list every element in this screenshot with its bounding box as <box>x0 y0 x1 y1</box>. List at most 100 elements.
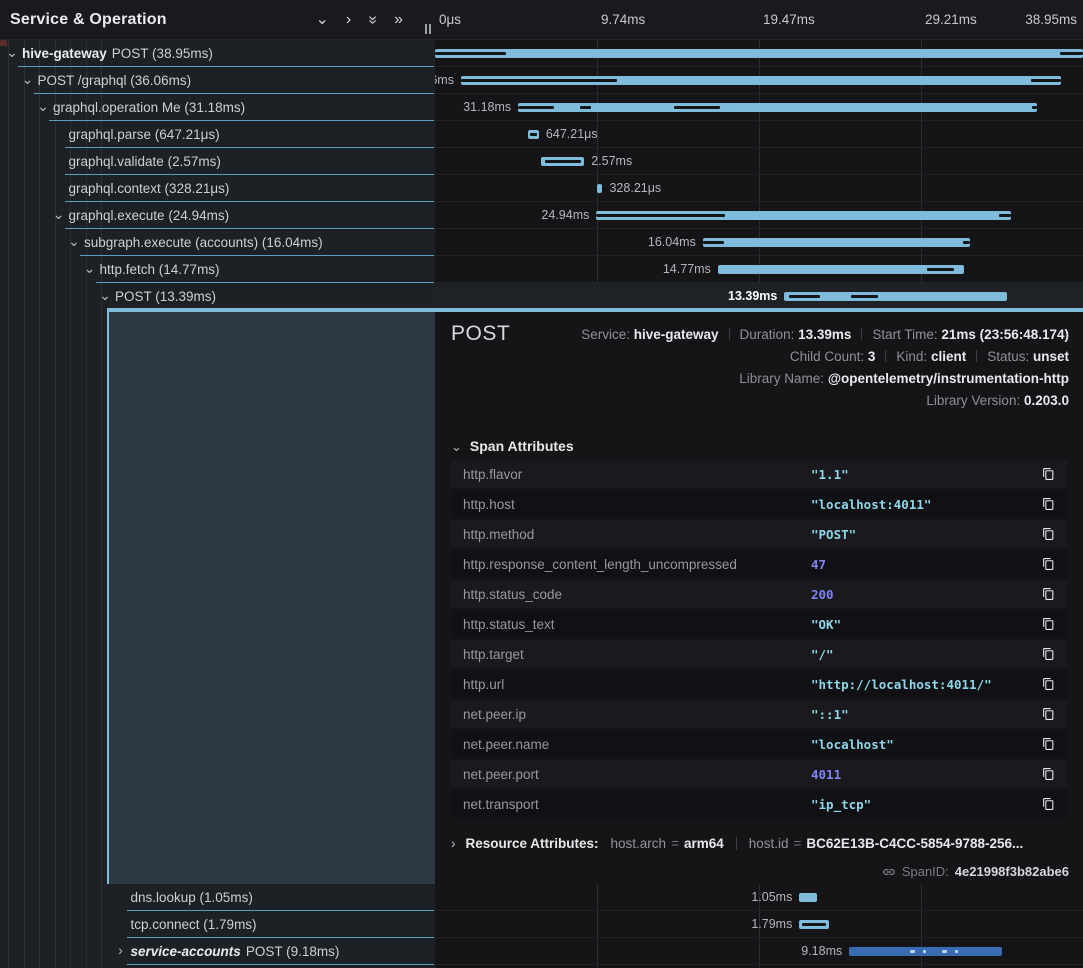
link-icon[interactable] <box>882 865 896 879</box>
copy-icon[interactable] <box>1037 617 1055 631</box>
timeline-header[interactable]: 0μs9.74ms19.47ms29.21ms38.95ms <box>435 0 1083 40</box>
span-bar[interactable] <box>461 76 1061 85</box>
span-bar[interactable] <box>849 947 1002 956</box>
span-name-cell[interactable]: graphql.context (328.21μs) <box>0 175 435 202</box>
span-name-label: graphql.context (328.21μs) <box>69 175 230 202</box>
span-row[interactable]: dns.lookup (1.05ms)1.05ms <box>0 884 1083 911</box>
span-timeline-cell[interactable]: 1.79ms <box>435 911 1083 938</box>
span-row[interactable]: ›service-accountsPOST (9.18ms)9.18ms <box>0 938 1083 965</box>
span-name-cell[interactable]: ⌄POST /graphql (36.06ms) <box>0 67 435 94</box>
span-timeline-cell[interactable]: 36.06ms <box>435 67 1083 94</box>
span-bar[interactable] <box>784 292 1007 301</box>
span-timeline-cell[interactable]: 31.18ms <box>435 94 1083 121</box>
span-timeline-cell[interactable]: 14.77ms <box>435 256 1083 283</box>
copy-icon[interactable] <box>1037 557 1055 571</box>
span-name-cell[interactable]: ›service-accountsPOST (9.18ms) <box>0 938 435 965</box>
span-name-cell[interactable]: dns.lookup (1.05ms) <box>0 884 435 911</box>
span-timeline-cell[interactable]: 9.18ms <box>435 938 1083 965</box>
span-row[interactable]: tcp.connect (1.79ms)1.79ms <box>0 911 1083 938</box>
copy-icon[interactable] <box>1037 497 1055 511</box>
span-timeline-cell[interactable]: 328.21μs <box>435 175 1083 202</box>
overview-value: 21ms (23:56:48.174) <box>941 327 1069 342</box>
chevron-down-icon[interactable]: ⌄ <box>315 12 328 28</box>
span-operation-label: POST (13.39ms) <box>115 289 216 304</box>
attribute-row: net.peer.port4011 <box>451 760 1067 788</box>
resource-attributes-row[interactable]: ›Resource Attributes:host.arch=arm64host… <box>451 836 1023 851</box>
span-name-label: POST (13.39ms) <box>115 283 216 310</box>
span-bar[interactable] <box>718 265 964 274</box>
span-bar[interactable] <box>518 103 1037 112</box>
span-row[interactable]: ⌄subgraph.execute (accounts) (16.04ms)16… <box>0 229 1083 256</box>
double-chevron-down-icon[interactable]: » <box>365 15 381 24</box>
span-name-cell[interactable]: ⌄hive-gatewayPOST (38.95ms) <box>0 40 435 67</box>
span-name-cell[interactable]: ⌄http.fetch (14.77ms) <box>0 256 435 283</box>
chevron-down-icon[interactable]: ⌄ <box>6 40 18 65</box>
double-chevron-right-icon[interactable]: » <box>394 12 403 28</box>
span-row[interactable]: graphql.validate (2.57ms)2.57ms <box>0 148 1083 175</box>
span-row[interactable]: ⌄ POST (13.39ms) 13.39ms <box>0 283 1083 310</box>
span-row[interactable]: graphql.context (328.21μs) 328.21μs <box>0 175 1083 202</box>
span-row[interactable]: ⌄http.fetch (14.77ms)14.77ms <box>0 256 1083 283</box>
span-name-cell[interactable]: tcp.connect (1.79ms) <box>0 911 435 938</box>
span-timeline-cell[interactable]: 24.94ms <box>435 202 1083 229</box>
span-name-cell[interactable]: ⌄ POST (13.39ms) <box>0 283 435 310</box>
copy-icon[interactable] <box>1037 527 1055 541</box>
copy-icon[interactable] <box>1037 677 1055 691</box>
attribute-key: http.method <box>463 527 811 542</box>
attribute-key: net.peer.port <box>463 767 811 782</box>
column-resize-handle[interactable] <box>425 24 431 34</box>
span-bar[interactable] <box>799 920 829 929</box>
span-row[interactable]: graphql.parse (647.21μs)647.21μs <box>0 121 1083 148</box>
span-operation-label: graphql.execute (24.94ms) <box>69 208 230 223</box>
span-name-label: POST /graphql (36.06ms) <box>38 67 192 94</box>
span-duration-label: 31.18ms <box>463 94 511 120</box>
chevron-down-icon[interactable]: ⌄ <box>22 67 34 92</box>
chevron-right-icon[interactable]: › <box>346 12 351 28</box>
attribute-key: net.peer.name <box>463 737 811 752</box>
span-timeline-cell[interactable]: 16.04ms <box>435 229 1083 256</box>
copy-icon[interactable] <box>1037 737 1055 751</box>
copy-icon[interactable] <box>1037 797 1055 811</box>
span-timeline-cell[interactable]: 2.57ms <box>435 148 1083 175</box>
chevron-down-icon[interactable]: ⌄ <box>37 94 49 119</box>
span-id-label: SpanID: <box>902 864 949 879</box>
span-timeline-cell[interactable] <box>435 40 1083 67</box>
chevron-down-icon[interactable]: ⌄ <box>68 229 80 254</box>
attribute-key: http.flavor <box>463 467 811 482</box>
span-timeline-cell[interactable]: 1.05ms <box>435 884 1083 911</box>
span-operation-label: POST (9.18ms) <box>246 944 340 959</box>
copy-icon[interactable] <box>1037 587 1055 601</box>
chevron-down-icon[interactable]: ⌄ <box>84 256 96 281</box>
span-name-cell[interactable]: ⌄graphql.operation Me (31.18ms) <box>0 94 435 121</box>
span-bar[interactable] <box>799 893 816 902</box>
span-bar[interactable] <box>435 49 1083 58</box>
span-row[interactable]: ⌄POST /graphql (36.06ms)36.06ms <box>0 67 1083 94</box>
copy-icon[interactable] <box>1037 707 1055 721</box>
overview-line: Child Count: 3Kind: clientStatus: unset <box>581 346 1069 368</box>
span-bar[interactable] <box>596 211 1011 220</box>
copy-icon[interactable] <box>1037 467 1055 481</box>
span-bar[interactable] <box>541 157 584 166</box>
span-duration-label: 36.06ms <box>435 67 454 93</box>
chevron-down-icon[interactable]: ⌄ <box>53 202 65 227</box>
timeline-tick-label: 29.21ms <box>925 0 977 39</box>
span-bar[interactable] <box>528 130 539 139</box>
chevron-right-icon[interactable]: › <box>115 938 127 963</box>
span-name-cell[interactable]: graphql.validate (2.57ms) <box>0 148 435 175</box>
span-name-cell[interactable]: graphql.parse (647.21μs) <box>0 121 435 148</box>
span-bar[interactable] <box>597 184 602 193</box>
span-name-cell[interactable]: ⌄ graphql.execute (24.94ms) <box>0 202 435 229</box>
span-timeline-cell[interactable]: 13.39ms <box>435 283 1083 310</box>
divider <box>885 350 886 362</box>
span-timeline-cell[interactable]: 647.21μs <box>435 121 1083 148</box>
span-row[interactable]: ⌄ graphql.execute (24.94ms) 24.94ms <box>0 202 1083 229</box>
span-row[interactable]: ⌄graphql.operation Me (31.18ms) 31.18ms <box>0 94 1083 121</box>
span-row[interactable]: ⌄hive-gatewayPOST (38.95ms) <box>0 40 1083 67</box>
span-name-cell[interactable]: ⌄subgraph.execute (accounts) (16.04ms) <box>0 229 435 256</box>
span-bar[interactable] <box>703 238 970 247</box>
attribute-key: net.transport <box>463 797 811 812</box>
copy-icon[interactable] <box>1037 767 1055 781</box>
copy-icon[interactable] <box>1037 647 1055 661</box>
chevron-down-icon[interactable]: ⌄ <box>99 283 111 308</box>
span-attributes-header[interactable]: ⌄Span Attributes <box>451 438 574 455</box>
